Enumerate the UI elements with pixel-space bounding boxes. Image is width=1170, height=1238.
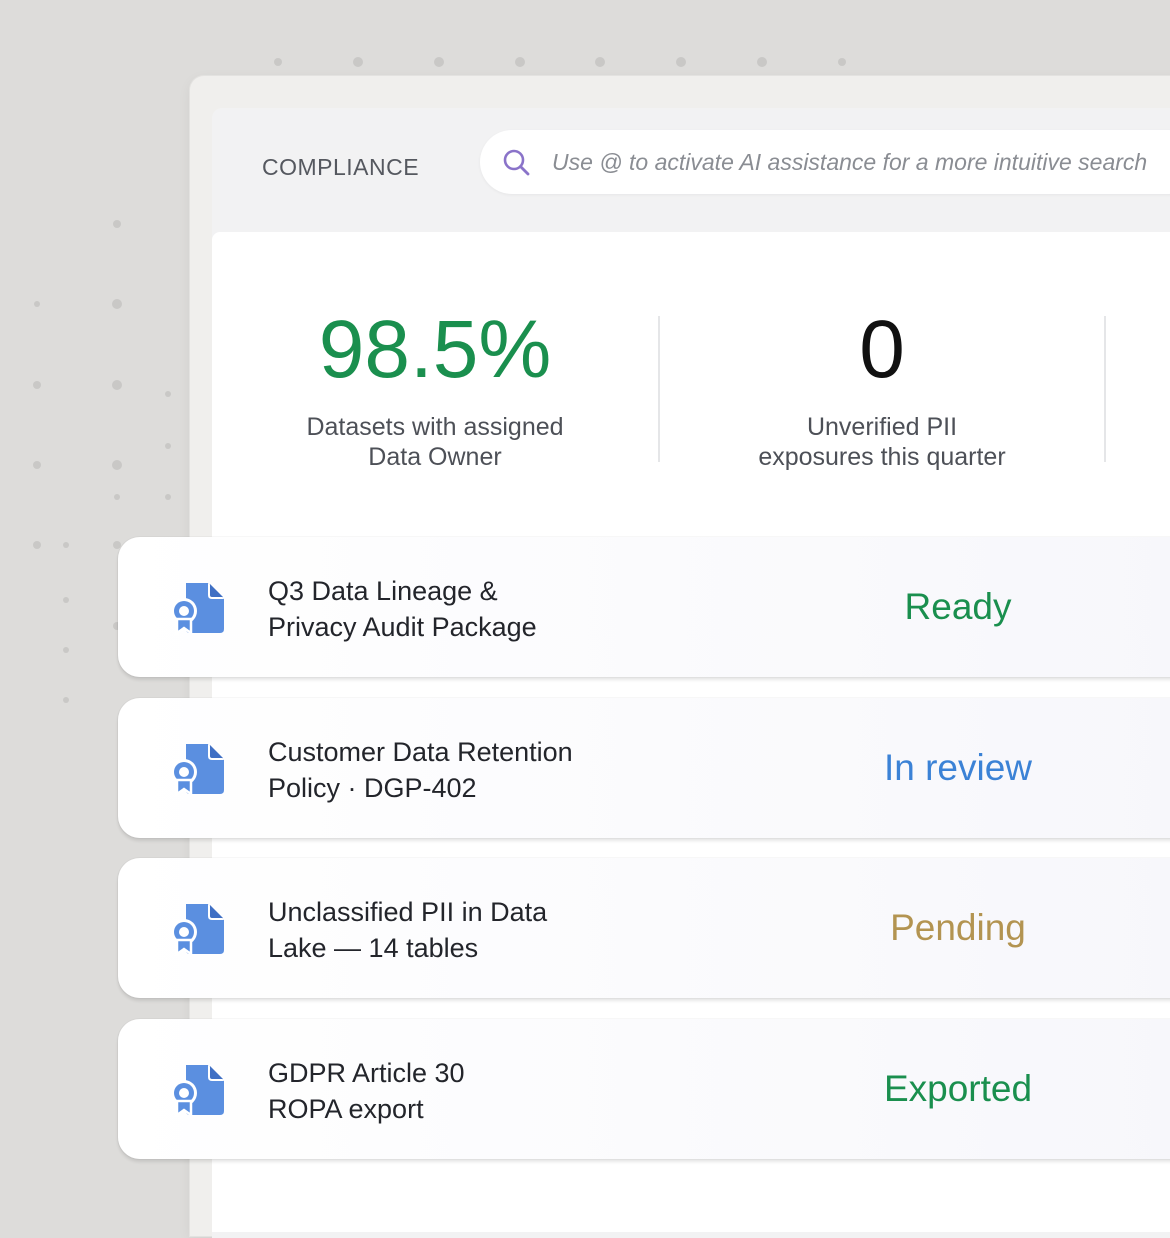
status-label: Pending <box>890 907 1026 948</box>
list-item[interactable]: GDPR Article 30 ROPA export Exported <box>118 1019 1170 1159</box>
list-item[interactable]: Q3 Data Lineage & Privacy Audit Package … <box>118 537 1170 677</box>
stat-unverified-pii: 0 Unverified PII exposures this quarter <box>659 300 1105 472</box>
list-item-title: Customer Data Retention Policy · DGP-402 <box>268 737 573 803</box>
status-label: In review <box>883 747 1033 788</box>
status-label: Exported <box>883 1068 1033 1109</box>
list-item-title: Unclassified PII in Data Lake — 14 table… <box>268 897 548 963</box>
document-certificate-icon <box>171 744 224 797</box>
search-bar[interactable] <box>480 130 1170 194</box>
search-input[interactable] <box>552 130 1170 194</box>
section-title: COMPLIANCE <box>262 154 420 180</box>
list-item-title: Q3 Data Lineage & Privacy Audit Package <box>268 576 537 642</box>
document-certificate-icon <box>171 1065 224 1118</box>
stat-datasets-owner: 98.5% Datasets with assigned Data Owner <box>212 300 658 472</box>
stat-label: Datasets with assigned Data Owner <box>306 413 564 471</box>
stat-value: 98.5% <box>318 304 552 395</box>
document-certificate-icon <box>171 583 224 636</box>
search-icon <box>503 149 530 176</box>
list-item[interactable]: Unclassified PII in Data Lake — 14 table… <box>118 858 1170 998</box>
status-label: Ready <box>904 586 1012 627</box>
stat-label: Unverified PII exposures this quarter <box>758 413 1006 471</box>
list-item[interactable]: Customer Data Retention Policy · DGP-402… <box>118 698 1170 838</box>
document-certificate-icon <box>171 904 224 957</box>
list-item-title: GDPR Article 30 ROPA export <box>268 1058 465 1124</box>
stat-value: 0 <box>859 304 905 395</box>
stat-divider <box>1104 316 1106 462</box>
